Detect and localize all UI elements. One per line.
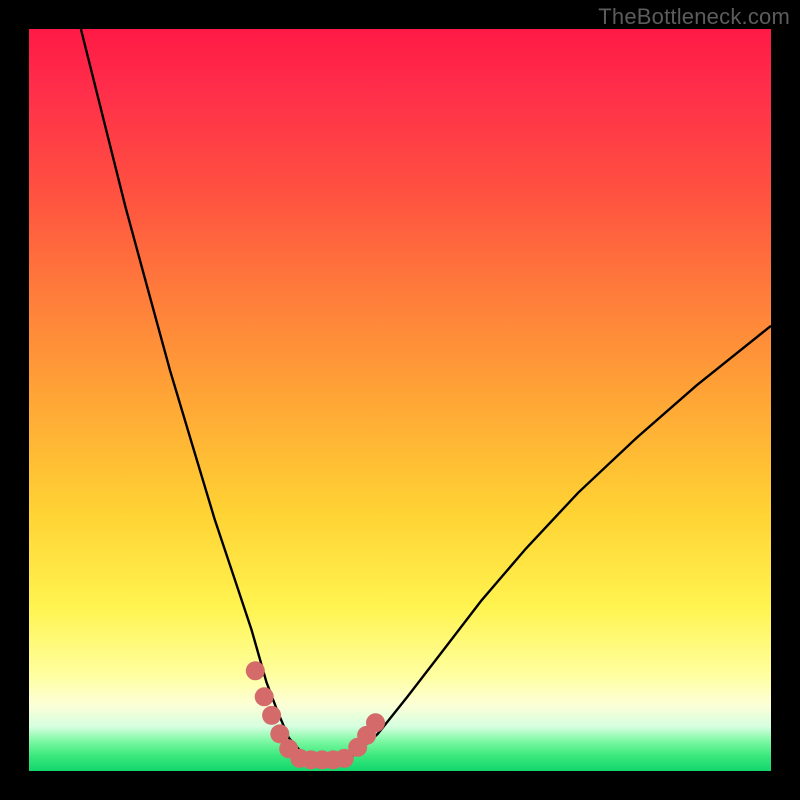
highlight-dot [262, 706, 281, 725]
highlight-dots-left [246, 661, 298, 758]
highlight-dot [255, 687, 274, 706]
highlight-dot [246, 661, 265, 680]
highlight-dot [366, 713, 385, 732]
bottleneck-curve [81, 29, 771, 760]
plot-area [29, 29, 771, 771]
highlight-dots-right [348, 713, 385, 757]
watermark-text: TheBottleneck.com [598, 4, 790, 30]
chart-frame: TheBottleneck.com [0, 0, 800, 800]
chart-svg [29, 29, 771, 771]
highlight-dots-bottom [290, 749, 354, 770]
